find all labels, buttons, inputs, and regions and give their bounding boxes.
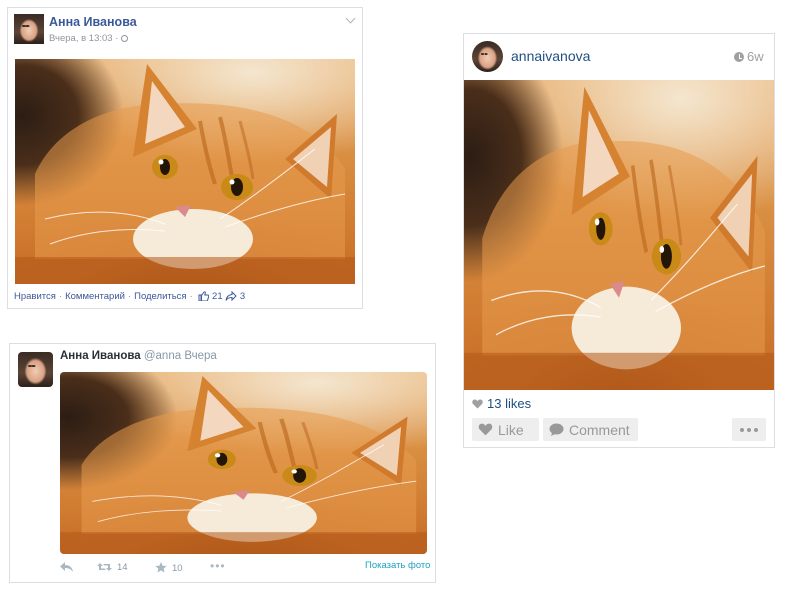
heart-icon <box>472 399 483 409</box>
ig-username[interactable]: annaivanova <box>511 48 590 64</box>
tw-author-name[interactable]: Анна Иванова <box>60 350 141 362</box>
retweet-icon <box>97 563 112 571</box>
ig-likes[interactable]: 13 likes <box>472 396 531 411</box>
tw-time[interactable]: Вчера <box>184 350 216 362</box>
globe-icon <box>121 34 129 42</box>
ig-post-age-text: 6w <box>747 49 764 64</box>
ig-post-age: 6w <box>734 49 764 64</box>
ig-post-photo[interactable] <box>464 80 774 390</box>
star-icon <box>155 562 167 573</box>
tw-header: Анна Иванова @anna Вчера <box>60 350 217 362</box>
fb-author-name[interactable]: Анна Иванова <box>49 15 137 29</box>
fb-likes-count[interactable]: 21 <box>212 291 223 302</box>
cat-image <box>15 62 355 284</box>
fb-action-bar: Нравится · Комментарий · Поделиться · 21 3 <box>14 290 246 302</box>
tw-avatar[interactable] <box>18 352 53 387</box>
ig-likes-text: 13 likes <box>487 396 532 411</box>
ig-like-label: Like <box>498 421 524 438</box>
clock-icon <box>734 52 744 62</box>
cat-image <box>464 80 774 390</box>
ig-comment-button[interactable]: Comment <box>543 418 638 441</box>
fb-post-photo[interactable] <box>15 59 355 284</box>
ig-like-button[interactable]: Like <box>472 418 539 441</box>
tw-favorite-count: 10 <box>172 563 183 574</box>
ig-comment-label: Comment <box>569 421 630 438</box>
share-arrow-icon <box>225 290 237 302</box>
fb-avatar[interactable] <box>14 14 44 44</box>
fb-comment-link[interactable]: Комментарий <box>65 291 125 302</box>
heart-icon <box>478 423 493 436</box>
more-dots-icon[interactable] <box>732 418 766 441</box>
thumbs-up-icon <box>198 291 210 302</box>
more-dots-icon[interactable]: ••• <box>210 559 226 573</box>
tw-show-photo-link[interactable]: Показать фото <box>365 560 430 571</box>
fb-shares-count[interactable]: 3 <box>240 291 245 302</box>
fb-like-link[interactable]: Нравится <box>14 291 56 302</box>
fb-share-link[interactable]: Поделиться <box>134 291 186 302</box>
speech-bubble-icon <box>549 423 564 436</box>
reply-icon <box>60 562 73 572</box>
fb-post-time-text: Вчера, в 13:03 · <box>49 33 119 44</box>
tw-favorite-button[interactable]: 10 <box>155 562 183 574</box>
ig-avatar[interactable] <box>472 41 503 72</box>
cat-image <box>60 372 427 554</box>
tw-retweet-button[interactable]: 14 <box>97 562 128 573</box>
tw-post-photo[interactable] <box>60 372 427 554</box>
tw-reply-button[interactable] <box>60 562 78 573</box>
tw-retweet-count: 14 <box>117 562 128 573</box>
tw-handle[interactable]: @anna <box>144 350 181 362</box>
fb-post-time[interactable]: Вчера, в 13:03 · <box>49 33 129 44</box>
